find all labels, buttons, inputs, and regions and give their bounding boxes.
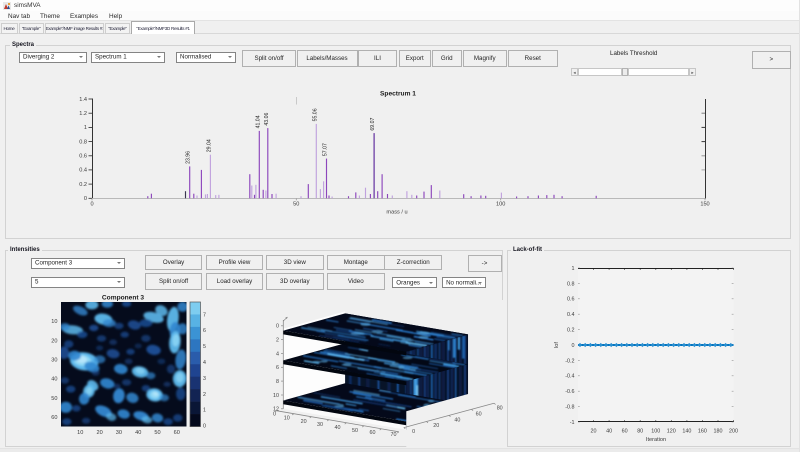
- svg-text:0: 0: [203, 424, 206, 430]
- svg-text:50: 50: [352, 428, 358, 434]
- svg-text:50: 50: [51, 396, 57, 402]
- svg-text:8: 8: [276, 379, 279, 385]
- svg-text:-0.2: -0.2: [565, 358, 574, 364]
- svg-text:60: 60: [370, 430, 376, 436]
- svg-text:1: 1: [84, 125, 87, 131]
- svg-text:0.4: 0.4: [567, 312, 575, 318]
- svg-text:80: 80: [497, 405, 503, 411]
- svg-text:0.6: 0.6: [79, 154, 87, 160]
- svg-text:43.06: 43.06: [264, 113, 270, 126]
- svg-text:0: 0: [90, 202, 93, 208]
- svg-text:0: 0: [276, 324, 279, 330]
- svg-text:1.2: 1.2: [79, 111, 87, 117]
- svg-text:40: 40: [135, 430, 141, 436]
- svg-text:Component 3: Component 3: [102, 295, 144, 302]
- svg-text:5: 5: [203, 344, 206, 350]
- svg-text:40: 40: [606, 429, 612, 435]
- svg-text:2: 2: [276, 337, 279, 343]
- svg-text:-0.8: -0.8: [565, 405, 574, 411]
- svg-text:mass / u: mass / u: [386, 210, 407, 216]
- svg-text:60: 60: [476, 411, 482, 417]
- svg-text:7: 7: [203, 312, 206, 318]
- svg-text:40: 40: [51, 377, 57, 383]
- svg-text:20: 20: [301, 419, 307, 425]
- svg-text:200: 200: [729, 429, 738, 435]
- svg-text:3: 3: [203, 376, 206, 382]
- svg-text:100: 100: [651, 429, 660, 435]
- svg-text:70: 70: [391, 432, 397, 438]
- svg-text:40: 40: [454, 418, 460, 424]
- svg-text:4: 4: [276, 351, 279, 357]
- svg-text:20: 20: [51, 338, 57, 344]
- svg-text:2: 2: [203, 392, 206, 398]
- svg-text:41.04: 41.04: [255, 115, 261, 128]
- svg-text:80: 80: [637, 429, 643, 435]
- svg-text:0: 0: [412, 429, 415, 435]
- svg-text:100: 100: [496, 202, 505, 208]
- svg-text:-1: -1: [570, 420, 575, 426]
- svg-text:0: 0: [273, 412, 276, 418]
- svg-text:30: 30: [51, 357, 57, 363]
- svg-text:lof: lof: [554, 342, 560, 348]
- svg-text:69.07: 69.07: [370, 118, 376, 131]
- svg-text:-0.4: -0.4: [565, 374, 574, 380]
- svg-text:60: 60: [622, 429, 628, 435]
- svg-text:0: 0: [572, 343, 575, 349]
- svg-text:-0.6: -0.6: [565, 389, 574, 395]
- svg-text:160: 160: [698, 429, 707, 435]
- svg-text:60: 60: [51, 415, 57, 421]
- svg-text:10: 10: [51, 319, 57, 325]
- svg-text:50: 50: [293, 202, 299, 208]
- svg-text:60: 60: [174, 430, 180, 436]
- svg-text:30: 30: [317, 422, 323, 428]
- svg-text:29.04: 29.04: [206, 139, 212, 152]
- svg-text:180: 180: [714, 429, 723, 435]
- svg-text:20: 20: [591, 429, 597, 435]
- svg-text:1: 1: [203, 408, 206, 414]
- svg-text:20: 20: [433, 423, 439, 429]
- svg-text:40: 40: [335, 425, 341, 431]
- svg-text:1: 1: [572, 266, 575, 272]
- svg-text:0.6: 0.6: [567, 297, 575, 303]
- svg-text:0.8: 0.8: [79, 139, 87, 145]
- svg-text:150: 150: [700, 202, 709, 208]
- svg-text:0: 0: [84, 196, 87, 202]
- svg-text:140: 140: [682, 429, 691, 435]
- svg-text:6: 6: [203, 328, 206, 334]
- svg-text:120: 120: [667, 429, 676, 435]
- svg-text:10: 10: [273, 393, 279, 399]
- svg-text:0.2: 0.2: [567, 328, 575, 334]
- svg-text:0.2: 0.2: [79, 182, 87, 188]
- svg-text:0.8: 0.8: [567, 281, 575, 287]
- svg-text:20: 20: [96, 430, 102, 436]
- svg-text:23.96: 23.96: [186, 151, 192, 164]
- svg-text:30: 30: [116, 430, 122, 436]
- svg-text:Iteration: Iteration: [646, 437, 666, 443]
- svg-text:10: 10: [284, 416, 290, 422]
- svg-text:55.06: 55.06: [312, 108, 318, 121]
- svg-text:Spectrum 1: Spectrum 1: [380, 91, 416, 98]
- svg-text:6: 6: [276, 365, 279, 371]
- svg-text:10: 10: [77, 430, 83, 436]
- svg-text:4: 4: [203, 360, 206, 366]
- svg-text:0.4: 0.4: [79, 168, 87, 174]
- svg-text:57.07: 57.07: [323, 143, 329, 156]
- svg-text:50: 50: [154, 430, 160, 436]
- svg-text:1.4: 1.4: [79, 97, 87, 103]
